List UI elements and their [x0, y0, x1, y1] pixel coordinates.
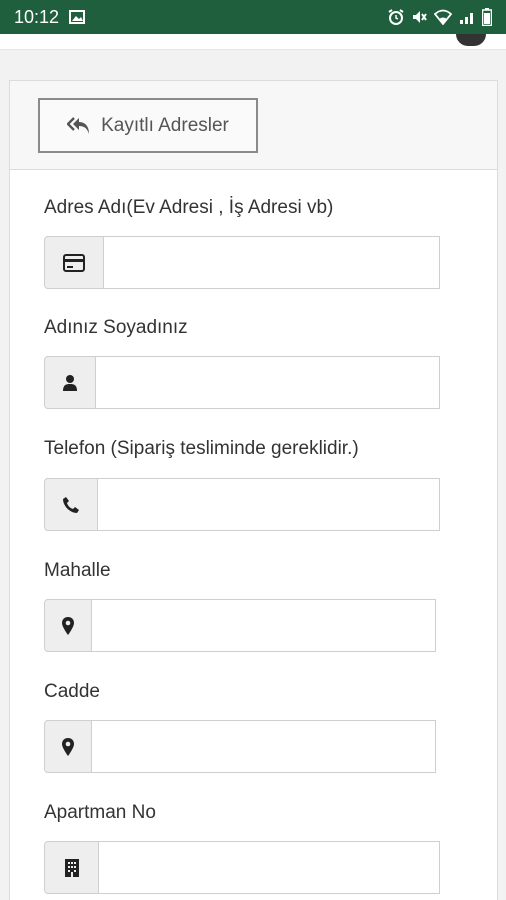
field-label-phone: Telefon (Sipariş tesliminde gereklidir.) — [44, 438, 359, 459]
field-label-apartment-no: Apartman No — [44, 802, 156, 823]
field-label-address-name: Adres Adı(Ev Adresi , İş Adresi vb) — [44, 197, 334, 218]
status-bar: 10:12 — [0, 0, 506, 34]
neighborhood-group — [44, 599, 436, 652]
saved-addresses-button[interactable]: Kayıtlı Adresler — [38, 98, 258, 153]
full-name-group — [44, 356, 440, 409]
street-input[interactable] — [92, 720, 436, 773]
signal-icon — [459, 9, 475, 25]
mute-icon — [411, 9, 427, 25]
phone-input[interactable] — [98, 478, 440, 531]
top-app-strip — [0, 34, 506, 50]
field-label-neighborhood: Mahalle — [44, 560, 111, 581]
street-group — [44, 720, 436, 773]
reply-all-icon — [67, 116, 91, 136]
map-marker-icon — [44, 720, 92, 773]
apartment-no-input[interactable] — [99, 841, 440, 894]
phone-icon — [44, 478, 98, 531]
wifi-icon — [434, 9, 452, 25]
image-icon — [69, 10, 86, 24]
battery-icon — [482, 8, 492, 26]
neighborhood-input[interactable] — [92, 599, 436, 652]
full-name-input[interactable] — [96, 356, 440, 409]
map-marker-icon — [44, 599, 92, 652]
status-time: 10:12 — [14, 6, 60, 27]
field-label-full-name: Adınız Soyadınız — [44, 317, 188, 338]
card-header: Kayıtlı Adresler — [10, 81, 497, 170]
address-name-input[interactable] — [104, 236, 440, 289]
saved-addresses-label: Kayıtlı Adresler — [101, 114, 229, 136]
alarm-icon — [388, 9, 404, 25]
field-label-street: Cadde — [44, 681, 100, 702]
user-icon — [44, 356, 96, 409]
address-name-group — [44, 236, 440, 289]
apartment-no-group — [44, 841, 440, 894]
phone-group — [44, 478, 440, 531]
building-icon — [44, 841, 99, 894]
credit-card-icon — [44, 236, 104, 289]
